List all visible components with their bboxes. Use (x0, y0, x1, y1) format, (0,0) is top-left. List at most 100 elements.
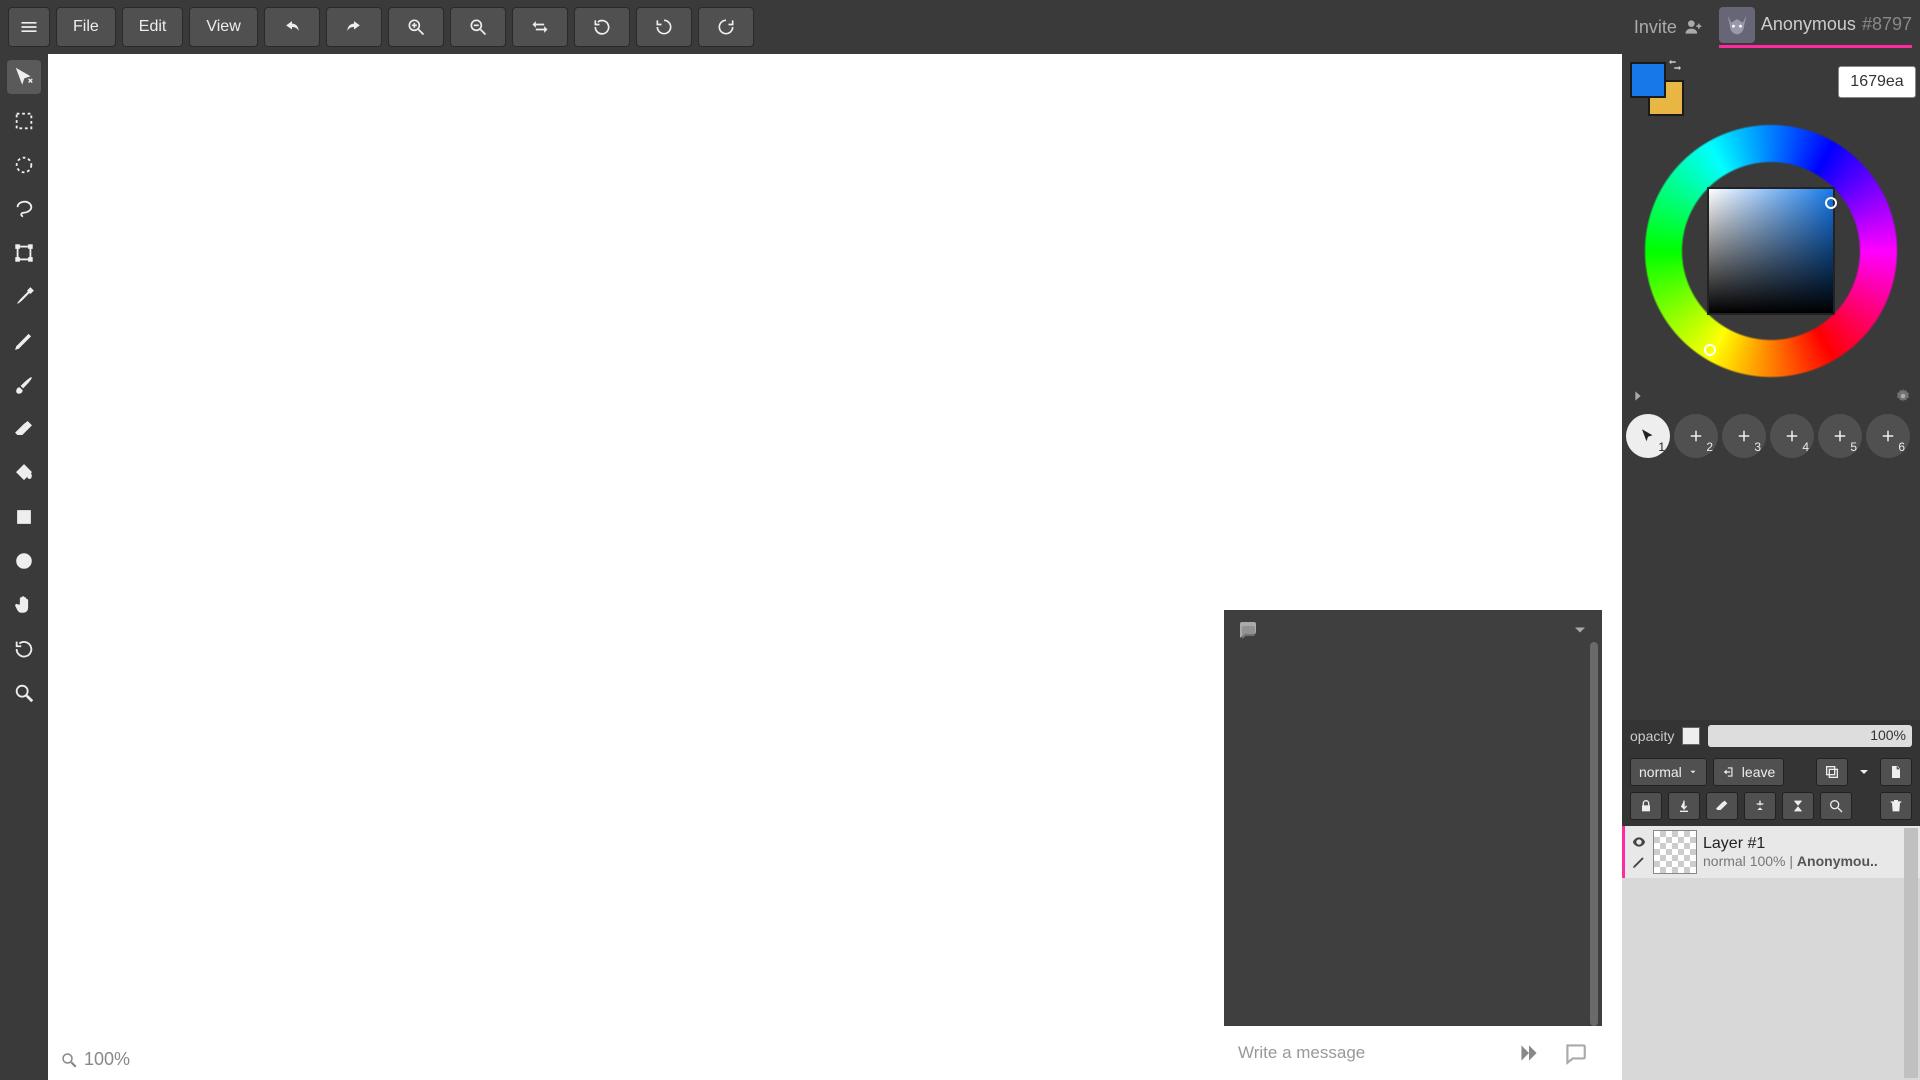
edit-menu[interactable]: Edit (122, 7, 184, 47)
eyedropper-icon (13, 286, 35, 308)
move-cursor-icon (13, 66, 35, 88)
color-wheel[interactable] (1644, 124, 1898, 378)
user-chip[interactable]: Anonymous#8797 (1719, 7, 1912, 48)
layers-list: Layer #1 normal 100% | Anonymou.. (1622, 826, 1920, 1080)
layer-row[interactable]: Layer #1 normal 100% | Anonymou.. (1622, 826, 1920, 878)
zoom-tool[interactable] (7, 676, 41, 710)
brush-icon (13, 374, 35, 396)
brush-slot-3[interactable]: 3 (1722, 414, 1766, 458)
rect-shape-tool[interactable] (7, 500, 41, 534)
layer-lock-button[interactable] (1630, 792, 1662, 820)
tool-palette (0, 54, 48, 1080)
layer-delete-button[interactable] (1880, 792, 1912, 820)
new-layer-button[interactable] (1880, 758, 1912, 786)
chat-send-button[interactable] (1516, 1040, 1542, 1066)
circle-icon (13, 550, 35, 572)
plus-icon (1831, 427, 1849, 445)
file-menu[interactable]: File (56, 7, 116, 47)
fill-tool[interactable] (7, 456, 41, 490)
zoom-indicator[interactable]: 100% (60, 1049, 130, 1070)
plus-icon (1783, 427, 1801, 445)
undo-icon (282, 17, 302, 37)
layer-dropdown-caret[interactable] (1854, 758, 1874, 786)
layer-clear-button[interactable] (1706, 792, 1738, 820)
opacity-value: 100% (1870, 727, 1906, 743)
trash-icon (1888, 798, 1904, 814)
transform-tool[interactable] (7, 236, 41, 270)
rotate-ccw-button[interactable] (636, 7, 692, 47)
brush-tool[interactable] (7, 368, 41, 402)
brush-slot-6[interactable]: 6 (1866, 414, 1910, 458)
opacity-label: opacity (1630, 728, 1674, 744)
sv-handle[interactable] (1825, 197, 1837, 209)
zoom-out-button[interactable] (450, 7, 506, 47)
layers-scrollbar[interactable] (1904, 828, 1918, 1078)
invite-button[interactable]: Invite (1634, 17, 1703, 38)
blend-mode-dropdown[interactable]: normal (1630, 758, 1707, 786)
duplicate-icon (1824, 764, 1840, 780)
invite-user-icon (1683, 17, 1703, 37)
chevron-down-icon[interactable] (1570, 620, 1590, 640)
avatar (1719, 7, 1755, 43)
chat-messages[interactable] (1224, 650, 1602, 1026)
hamburger-menu-button[interactable] (8, 7, 50, 47)
speech-bubble-icon (1562, 1040, 1588, 1066)
layer-add-button[interactable] (1744, 792, 1776, 820)
chat-icon[interactable] (1236, 618, 1260, 642)
hand-tool[interactable] (7, 588, 41, 622)
lasso-icon (13, 198, 35, 220)
ellipse-shape-tool[interactable] (7, 544, 41, 578)
gear-icon[interactable] (1894, 387, 1912, 405)
saturation-value-box[interactable] (1707, 187, 1835, 315)
eraser-icon (13, 418, 35, 440)
chat-input[interactable] (1238, 1043, 1506, 1063)
rotate-view-tool[interactable] (7, 632, 41, 666)
swap-horizontal-icon (530, 17, 550, 37)
pencil-tool[interactable] (7, 324, 41, 358)
move-cursor-icon (1639, 427, 1657, 445)
pencil-icon[interactable] (1631, 854, 1647, 870)
magnifier-icon (60, 1051, 78, 1069)
layer-merge-button[interactable] (1782, 792, 1814, 820)
ellipse-select-icon (13, 154, 35, 176)
magnifier-icon (13, 682, 35, 704)
plus-down-icon (1752, 798, 1768, 814)
leave-button[interactable]: leave (1713, 758, 1784, 786)
undo-button[interactable] (264, 7, 320, 47)
eye-icon[interactable] (1631, 834, 1647, 850)
zoom-in-button[interactable] (388, 7, 444, 47)
chat-scrollbar[interactable] (1590, 642, 1598, 1026)
brush-slot-4[interactable]: 4 (1770, 414, 1814, 458)
redo-button[interactable] (326, 7, 382, 47)
swap-colors-button[interactable] (1666, 56, 1684, 77)
foreground-swatch[interactable] (1630, 62, 1666, 98)
lasso-tool[interactable] (7, 192, 41, 226)
view-menu[interactable]: View (189, 7, 257, 47)
layer-name: Layer #1 (1703, 835, 1914, 853)
reset-rotation-button[interactable] (574, 7, 630, 47)
move-tool[interactable] (7, 60, 41, 94)
brush-slot-1[interactable]: 1 (1626, 414, 1670, 458)
brush-slots: 1 2 3 4 5 6 (1622, 406, 1920, 466)
hex-input[interactable] (1838, 66, 1916, 98)
rect-select-tool[interactable] (7, 104, 41, 138)
rotate-cw-button[interactable] (698, 7, 754, 47)
chevron-right-icon[interactable] (1630, 388, 1646, 404)
brush-slot-5[interactable]: 5 (1818, 414, 1862, 458)
plus-icon (1687, 427, 1705, 445)
square-icon (13, 506, 35, 528)
opacity-lock-checkbox[interactable] (1682, 727, 1700, 745)
rect-select-icon (13, 110, 35, 132)
eraser-tool[interactable] (7, 412, 41, 446)
layer-duplicate-button[interactable] (1816, 758, 1848, 786)
hue-handle[interactable] (1704, 344, 1716, 356)
brush-slot-2[interactable]: 2 (1674, 414, 1718, 458)
layer-search-button[interactable] (1820, 792, 1852, 820)
layer-clip-button[interactable] (1668, 792, 1700, 820)
merge-icon (1790, 798, 1806, 814)
opacity-slider[interactable]: 100% (1708, 725, 1912, 747)
flip-button[interactable] (512, 7, 568, 47)
chat-toggle-button[interactable] (1562, 1040, 1588, 1066)
ellipse-select-tool[interactable] (7, 148, 41, 182)
eyedropper-tool[interactable] (7, 280, 41, 314)
